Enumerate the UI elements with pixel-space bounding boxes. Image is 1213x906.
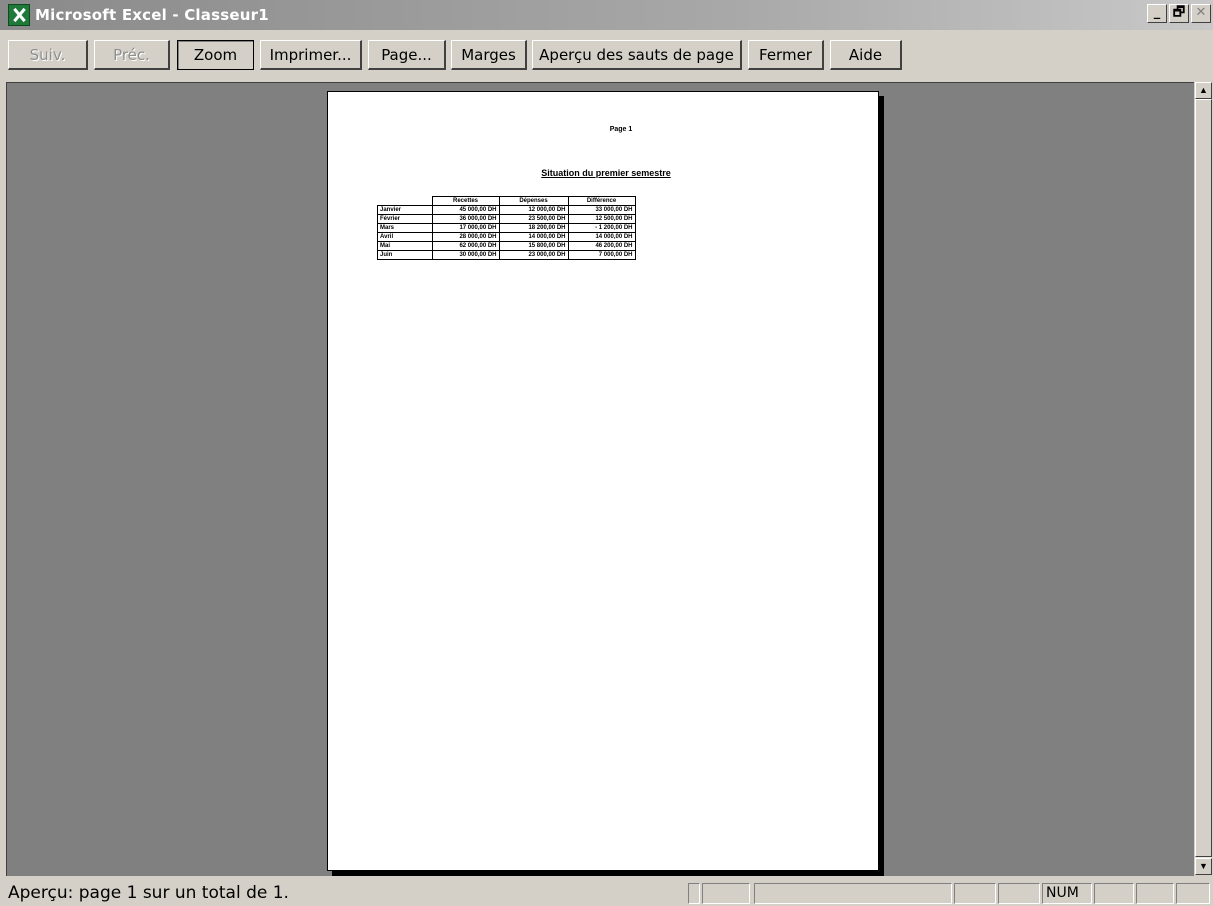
previous-page-button[interactable]: Préc. [94,40,170,70]
value-cell: 7 000,00 DH [567,250,636,260]
next-page-button[interactable]: Suiv. [8,40,88,70]
status-pane [1136,883,1174,904]
table-corner-cell [378,197,433,206]
table-row: Février 36 000,00 DH 23 500,00 DH 12 500… [377,214,636,224]
data-table: Recettes Dépenses Différence Janvier 45 … [377,196,636,260]
month-cell: Mars [377,223,433,233]
preview-page[interactable]: Page 1 Situation du premier semestre Rec… [327,91,879,871]
scroll-down-button[interactable]: ▼ [1195,858,1212,875]
value-cell: 33 000,00 DH [567,205,636,215]
value-cell: 30 000,00 DH [431,250,500,260]
month-cell: Juin [377,250,433,260]
window-controls: _ 🗗 ✕ [1147,4,1211,23]
table-row: Juin 30 000,00 DH 23 000,00 DH 7 000,00 … [377,250,636,260]
value-cell: 23 500,00 DH [498,214,569,224]
month-cell: Avril [377,232,433,242]
status-bar: Aperçu: page 1 sur un total de 1. NUM [0,880,1213,906]
page-setup-button[interactable]: Page... [368,40,446,70]
value-cell: 12 500,00 DH [567,214,636,224]
status-pane [1176,883,1210,904]
value-cell: 14 000,00 DH [567,232,636,242]
column-header: Recettes [431,196,500,206]
preview-area[interactable]: Page 1 Situation du premier semestre Rec… [6,82,1194,876]
value-cell: 12 000,00 DH [498,205,569,215]
status-pane [998,883,1040,904]
month-cell: Mai [377,241,433,251]
table-row: Mai 62 000,00 DH 15 800,00 DH 46 200,00 … [377,241,636,251]
table-row: Janvier 45 000,00 DH 12 000,00 DH 33 000… [377,205,636,215]
print-preview-toolbar: Suiv. Préc. Zoom Imprimer... Page... Mar… [0,36,1213,76]
page-header: Page 1 [609,126,633,133]
value-cell: 18 200,00 DH [498,223,569,233]
value-cell: 46 200,00 DH [567,241,636,251]
print-button[interactable]: Imprimer... [260,40,362,70]
status-pane [1094,883,1134,904]
num-lock-indicator: NUM [1042,883,1092,904]
column-header: Différence [567,196,636,206]
restore-button[interactable]: 🗗 [1169,4,1189,23]
month-cell: Janvier [377,205,433,215]
table-row: Mars 17 000,00 DH 18 200,00 DH - 1 200,0… [377,223,636,233]
status-pane [688,883,700,904]
window-title: Microsoft Excel - Classeur1 [35,6,269,24]
table-row: Avril 28 000,00 DH 14 000,00 DH 14 000,0… [377,232,636,242]
page-break-preview-button[interactable]: Aperçu des sauts de page [532,40,742,70]
value-cell: 28 000,00 DH [431,232,500,242]
status-pane [702,883,750,904]
scroll-up-button[interactable]: ▲ [1195,82,1212,99]
excel-icon[interactable] [8,4,30,26]
value-cell: 62 000,00 DH [431,241,500,251]
status-pane [954,883,996,904]
value-cell: 45 000,00 DH [431,205,500,215]
value-cell: - 1 200,00 DH [567,223,636,233]
value-cell: 36 000,00 DH [431,214,500,224]
value-cell: 15 800,00 DH [498,241,569,251]
column-header: Dépenses [498,196,569,206]
month-cell: Février [377,214,433,224]
close-preview-button[interactable]: Fermer [748,40,824,70]
table-header-row: Recettes Dépenses Différence [378,196,636,206]
close-window-button[interactable]: ✕ [1191,4,1211,23]
margins-button[interactable]: Marges [451,40,527,70]
value-cell: 23 000,00 DH [498,250,569,260]
value-cell: 17 000,00 DH [431,223,500,233]
value-cell: 14 000,00 DH [498,232,569,242]
scroll-thumb[interactable] [1195,99,1212,857]
help-button[interactable]: Aide [830,40,902,70]
minimize-button[interactable]: _ [1147,4,1167,23]
status-pane [754,883,952,904]
title-bar[interactable]: Microsoft Excel - Classeur1 _ 🗗 ✕ [0,0,1213,30]
sheet-title: Situation du premier semestre [541,168,671,178]
status-message: Aperçu: page 1 sur un total de 1. [8,883,289,903]
vertical-scrollbar[interactable]: ▲ ▼ [1195,82,1212,875]
zoom-button[interactable]: Zoom [177,40,254,70]
